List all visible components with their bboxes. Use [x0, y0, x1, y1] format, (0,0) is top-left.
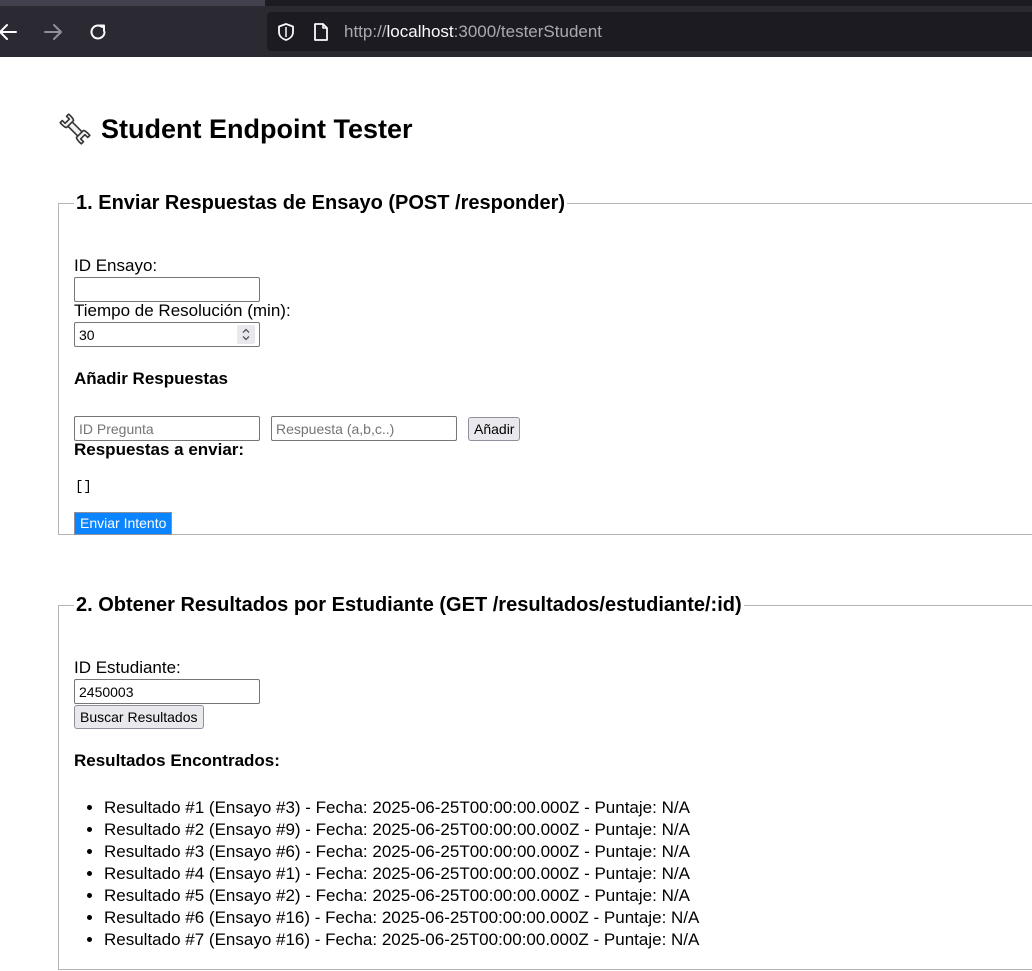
browser-toolbar: http://localhost:3000/testerStudent: [0, 0, 1032, 57]
id-estudiante-label: ID Estudiante:: [74, 658, 181, 677]
reload-icon[interactable]: [84, 18, 112, 46]
answers-json-output: []: [75, 479, 92, 495]
results-heading: Resultados Encontrados:: [74, 751, 280, 770]
respuesta-input[interactable]: [271, 416, 457, 441]
submit-answers-section: 1. Enviar Respuestas de Ensayo (POST /re…: [58, 191, 1032, 535]
url-path: :3000/testerStudent: [453, 22, 603, 41]
page-content: Student Endpoint Tester 1. Enviar Respue…: [0, 57, 1032, 971]
student-results-section: 2. Obtener Resultados por Estudiante (GE…: [58, 593, 1032, 970]
page-icon[interactable]: [310, 21, 332, 43]
tiempo-label: Tiempo de Resolución (min):: [74, 301, 291, 320]
spinner-arrows-icon: [242, 328, 250, 341]
submit-attempt-button[interactable]: Enviar Intento: [74, 512, 173, 535]
id-ensayo-input[interactable]: [74, 277, 260, 302]
answers-to-send-heading: Respuestas a enviar:: [74, 440, 245, 459]
results-list: Resultado #1 (Ensayo #3) - Fecha: 2025-0…: [59, 797, 699, 951]
number-spinner[interactable]: [237, 325, 255, 344]
tiempo-input[interactable]: [75, 324, 237, 345]
result-item: Resultado #1 (Ensayo #3) - Fecha: 2025-0…: [104, 797, 699, 819]
id-estudiante-input[interactable]: [74, 679, 260, 704]
page-title-text: Student Endpoint Tester: [101, 114, 413, 144]
result-item: Resultado #5 (Ensayo #2) - Fecha: 2025-0…: [104, 885, 699, 907]
result-item: Resultado #2 (Ensayo #9) - Fecha: 2025-0…: [104, 819, 699, 841]
back-arrow-icon[interactable]: [0, 18, 22, 46]
forward-arrow-icon[interactable]: [39, 18, 67, 46]
shield-icon[interactable]: [275, 21, 297, 43]
result-item: Resultado #6 (Ensayo #16) - Fecha: 2025-…: [104, 907, 699, 929]
id-ensayo-label: ID Ensayo:: [74, 256, 158, 275]
search-results-button[interactable]: Buscar Resultados: [74, 705, 204, 729]
tiempo-number-field[interactable]: [74, 322, 260, 347]
results-list-wrap: Resultado #1 (Ensayo #3) - Fecha: 2025-0…: [59, 797, 699, 951]
url-text[interactable]: http://localhost:3000/testerStudent: [344, 22, 602, 42]
active-tab-edge[interactable]: [0, 0, 265, 6]
section2-legend: 2. Obtener Resultados por Estudiante (GE…: [76, 594, 742, 616]
id-pregunta-input[interactable]: [74, 416, 260, 441]
result-item: Resultado #3 (Ensayo #6) - Fecha: 2025-0…: [104, 841, 699, 863]
wrench-icon: [58, 112, 92, 146]
address-bar[interactable]: http://localhost:3000/testerStudent: [267, 12, 1032, 51]
result-item: Resultado #4 (Ensayo #1) - Fecha: 2025-0…: [104, 863, 699, 885]
url-scheme: http://: [344, 22, 387, 41]
result-item: Resultado #7 (Ensayo #16) - Fecha: 2025-…: [104, 929, 699, 951]
page-title: Student Endpoint Tester: [58, 112, 413, 146]
url-host: localhost: [386, 22, 454, 41]
add-answer-button[interactable]: Añadir: [468, 417, 521, 441]
section1-legend: 1. Enviar Respuestas de Ensayo (POST /re…: [76, 192, 566, 214]
add-answers-heading: Añadir Respuestas: [74, 369, 228, 388]
